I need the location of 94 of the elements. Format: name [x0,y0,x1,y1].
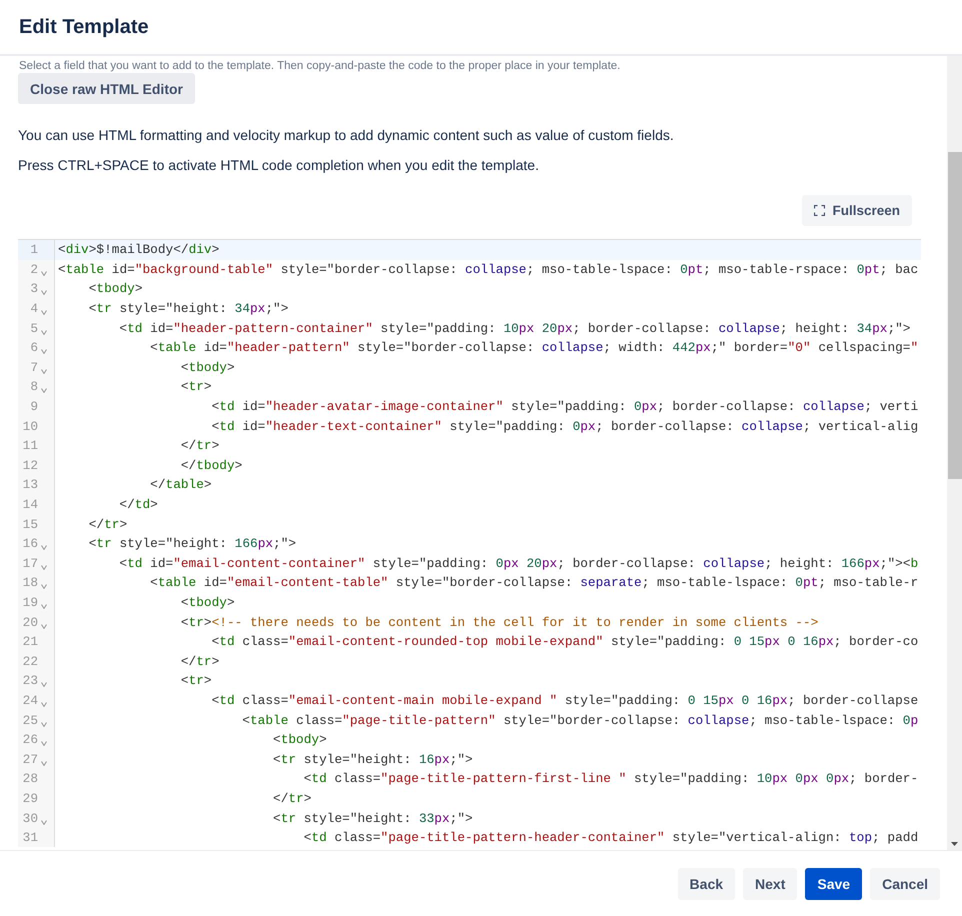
fold-icon[interactable] [41,388,47,394]
line-number: 29 [22,790,38,806]
line-number: 7 [29,360,38,375]
fold-icon[interactable] [41,330,47,335]
scrollbar[interactable] [947,56,962,850]
line-number: 14 [22,497,38,512]
fold-icon[interactable] [41,270,47,276]
code-line: <td class="page-title-pattern-first-line " style="padding: 10px 0px 0px; border- [302,770,920,788]
fullscreen-button[interactable]: Fullscreen [802,195,912,226]
line-number: 27 [22,752,38,767]
close-editor-button[interactable]: Close raw HTML Editor [18,73,195,104]
line-number: 11 [22,438,38,454]
code-line: <tr style="height: 16px;"> [272,750,474,769]
line-number: 5 [29,320,38,336]
save-button[interactable]: Save [805,868,862,900]
line-number: 22 [22,654,38,669]
fold-icon[interactable] [41,349,47,354]
line-number: 1 [29,242,38,258]
line-number: 21 [22,634,38,650]
fold-icon[interactable] [41,702,47,707]
fold-icon[interactable] [41,624,47,629]
line-number: 30 [22,810,38,826]
scrollbar-thumb[interactable] [948,152,962,479]
line-number: 25 [22,712,38,728]
fold-icon[interactable] [41,682,47,688]
fold-icon[interactable] [41,820,47,825]
code-line: <tr> [180,378,213,396]
code-line: <td id="header-avatar-image-container" style="padding: 0px; border-collapse: collapse; verti [210,398,920,416]
line-number: 3 [29,281,38,296]
line-number: 18 [22,575,38,590]
fold-icon[interactable] [41,290,47,296]
fold-icon[interactable] [41,545,47,550]
fold-icon[interactable] [41,760,47,766]
fullscreen-icon [814,205,826,216]
code-line: <td class="page-title-pattern-header-container" style="vertical-align: top; padd [302,829,920,848]
line-number: 9 [29,399,38,414]
code-line: <tr style="height: 33px;"> [272,810,474,828]
line-number: 26 [22,732,38,748]
line-number: 19 [22,594,38,610]
footer-button[interactable]: Next [743,868,798,900]
code-line: <td id="header-pattern-container" style="padding: 10px 20px; border-collapse: collapse; height: 34px;"> [118,320,912,338]
line-number: 31 [22,830,38,846]
code-line: </table> [149,476,213,494]
fold-icon[interactable] [41,564,47,570]
code-line: <td id="email-content-container" style="padding: 0px 20px; border-collapse: collapse; height: 166px;"><b [118,554,920,573]
line-number: 15 [22,516,38,532]
fold-icon[interactable] [41,741,47,746]
code-line: </tr> [180,652,220,671]
code-line: <tbody> [272,731,328,750]
code-line: <tbody> [88,280,144,298]
line-number: 16 [22,536,38,552]
code-line: <td class="email-content-rounded-top mobile-expand" style="padding: 0 15px 0 16px; border-co [210,633,920,652]
fold-icon[interactable] [41,310,47,316]
footer-button[interactable]: Back [678,868,736,900]
scroll-down-icon[interactable] [951,842,958,846]
code-line: </tr> [88,516,128,534]
fold-icon[interactable] [41,722,47,727]
line-number: 10 [22,418,38,434]
fold-icon[interactable] [41,368,47,374]
line-number: 2 [29,262,38,277]
line-number: 20 [22,614,38,630]
fold-icon[interactable] [41,584,47,590]
code-line: <table class="page-title-pattern" style="border-collapse: collapse; mso-table-lspace: 0p [241,712,920,730]
code-line: <tr style="height: 34px;"> [88,300,290,318]
code-line: <tr style="height: 166px;"> [88,535,298,554]
code-line: <tr> [180,672,213,690]
code-line: <td id="header-text-container" style="padding: 0px; border-collapse: collapse; vertical-alig [210,418,920,436]
line-number: 24 [22,692,38,708]
code-line: <tbody> [180,358,236,377]
code-line: <table id="header-pattern" style="border-collapse: collapse; width: 442px;" border="0" cellspacing=" [149,339,920,358]
line-number: 23 [22,673,38,688]
line-number: 12 [22,458,38,473]
fold-icon[interactable] [41,604,47,609]
line-number: 13 [22,477,38,492]
code-line: <tr><!-- there needs to be content in the cell for it to render in some clients --> [180,614,820,632]
code-line: <table id="background-table" style="border-collapse: collapse; mso-table-lspace: 0pt; mso-table-rspace: 0pt; bac [57,260,920,279]
code-line: </tr> [272,790,312,808]
code-line: </tr> [180,437,220,456]
line-number: 28 [22,771,38,786]
line-number: 8 [29,379,38,394]
hint-text: Select a field that you want to add to the template. Then copy-and-paste the code to the proper place in your template. [19,60,622,72]
line-number: 4 [29,301,38,316]
description-text: Press CTRL+SPACE to activate HTML code completion when you edit the template. [18,157,540,173]
line-number: 6 [29,340,38,356]
code-line: </td> [118,496,159,514]
code-line: </tbody> [180,456,244,475]
dialog-title: Edit Template [19,16,149,38]
code-line: <td class="email-content-main mobile-expand " style="padding: 0 15px 0 16px; border-collapse [210,692,920,710]
code-line: <table id="email-content-table" style="border-collapse: separate; mso-table-lspace: 0pt; mso-table-r [149,574,920,592]
description-text: You can use HTML formatting and velocity markup to add dynamic content such as value of custom fields. [18,127,675,143]
code-editor[interactable] [18,239,921,848]
code-line: <tbody> [180,594,236,612]
line-number: 17 [22,556,38,571]
footer-button[interactable]: Cancel [870,868,940,900]
